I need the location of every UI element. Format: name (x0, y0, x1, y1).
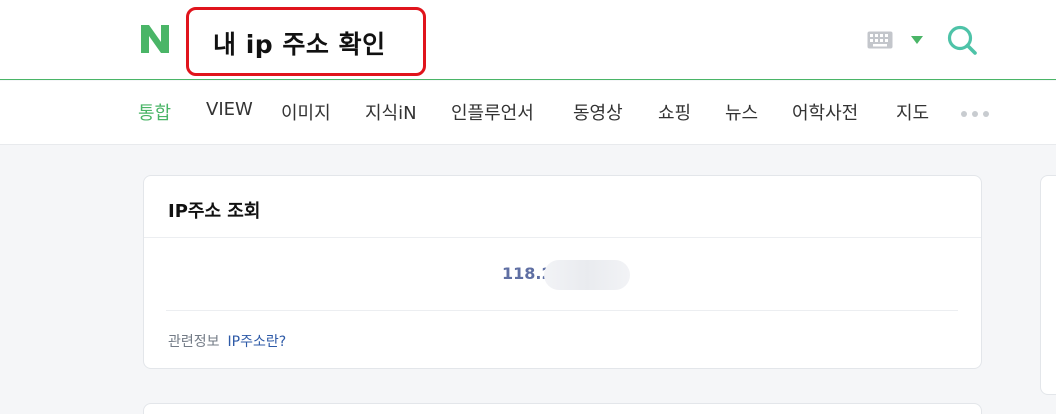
tab-video[interactable]: 동영상 (573, 99, 623, 125)
divider (144, 237, 981, 238)
related-info-label: 관련정보 (168, 334, 220, 350)
header: 내 ip 주소 확인 (0, 0, 1056, 80)
related-info-link[interactable]: IP주소란? (228, 334, 287, 350)
search-tabs-nav: 통합 VIEW 이미지 지식iN 인플루언서 동영상 쇼핑 뉴스 어학사전 지도 (0, 81, 1056, 145)
tab-shopping[interactable]: 쇼핑 (658, 99, 691, 125)
card-title: IP주소 조회 (168, 201, 261, 222)
ip-redaction-blur (544, 260, 630, 290)
next-result-card (143, 403, 982, 414)
related-info: 관련정보 IP주소란? (168, 331, 286, 351)
triangle-down-icon[interactable] (911, 36, 923, 44)
tab-view[interactable]: VIEW (206, 99, 253, 120)
tab-images[interactable]: 이미지 (281, 99, 331, 125)
tab-news[interactable]: 뉴스 (725, 99, 758, 125)
search-query-text[interactable]: 내 ip 주소 확인 (213, 25, 386, 61)
more-dots-icon[interactable] (961, 111, 989, 117)
tab-influencer[interactable]: 인플루언서 (451, 99, 534, 125)
ip-address-display: 118.2 (502, 260, 630, 290)
tab-map[interactable]: 지도 (896, 99, 929, 125)
tab-knowledge-in[interactable]: 지식iN (365, 99, 417, 125)
side-panel-card (1040, 175, 1056, 395)
naver-logo-icon[interactable] (138, 22, 172, 56)
tab-integrated[interactable]: 통합 (138, 99, 171, 125)
ip-lookup-card: IP주소 조회 118.2 관련정보 IP주소란? (143, 175, 982, 369)
tab-dictionary[interactable]: 어학사전 (792, 99, 858, 125)
search-icon[interactable] (946, 24, 978, 56)
divider (166, 310, 958, 311)
search-box[interactable]: 내 ip 주소 확인 (186, 7, 426, 76)
keyboard-icon[interactable] (867, 31, 893, 49)
